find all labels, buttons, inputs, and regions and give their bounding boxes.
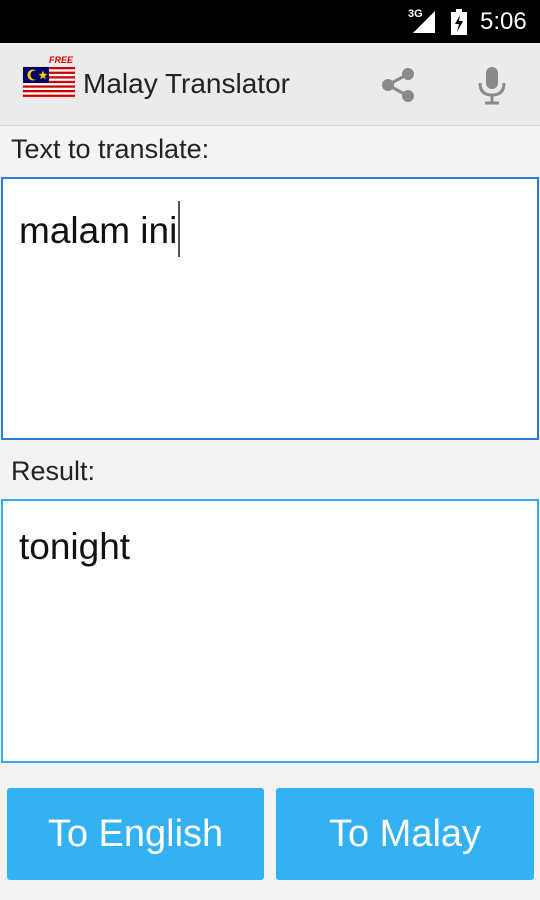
translate-input[interactable]: malam ini bbox=[1, 177, 539, 440]
result-field[interactable]: tonight bbox=[1, 499, 539, 763]
status-bar: 3G 5:06 bbox=[0, 0, 540, 43]
result-text: tonight bbox=[19, 526, 131, 567]
app-title: Malay Translator bbox=[83, 68, 290, 99]
to-malay-button[interactable]: To Malay bbox=[276, 788, 534, 880]
input-label: Text to translate: bbox=[11, 134, 210, 164]
input-text: malam ini bbox=[19, 210, 178, 251]
clock: 5:06 bbox=[480, 8, 527, 35]
microphone-icon bbox=[478, 67, 506, 105]
free-badge: FREE bbox=[49, 55, 74, 65]
battery-charging-icon bbox=[451, 9, 467, 35]
microphone-button[interactable] bbox=[470, 61, 514, 109]
text-cursor bbox=[178, 201, 181, 257]
to-english-button[interactable]: To English bbox=[7, 788, 264, 880]
action-bar: FREE Malay Translator bbox=[0, 43, 540, 126]
signal-icon bbox=[413, 11, 435, 33]
share-icon bbox=[382, 68, 414, 102]
share-button[interactable] bbox=[374, 61, 422, 109]
result-label: Result: bbox=[11, 456, 96, 486]
